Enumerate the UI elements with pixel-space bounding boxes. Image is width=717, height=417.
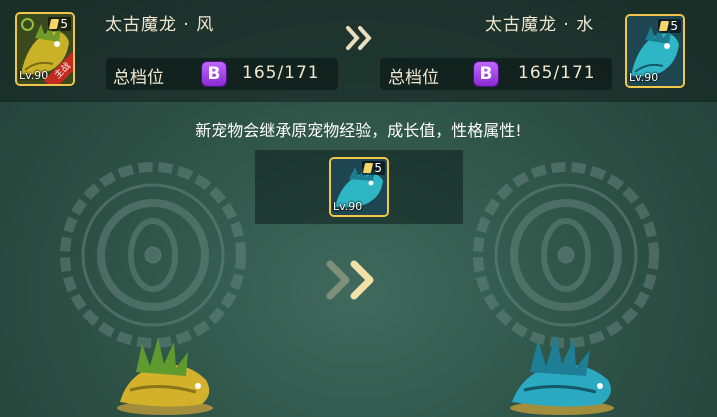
source-pet-card[interactable]: 5 Lv.90 主战 xyxy=(15,12,75,86)
target-pet-name: 太古魔龙 · 水 xyxy=(485,15,595,35)
double-chevron-icon xyxy=(326,260,374,300)
rune-medallion-icon xyxy=(473,162,659,348)
target-grade-value: 165/171 xyxy=(518,63,596,83)
water-dragon-sprite xyxy=(510,334,614,415)
target-grade-badge: B xyxy=(474,62,498,86)
source-star-count: 5 xyxy=(60,17,68,31)
source-grade-value: 165/171 xyxy=(242,63,320,83)
star-badge: 5 xyxy=(48,17,71,31)
wind-dragon-sprite xyxy=(117,338,213,415)
star-ticket-icon xyxy=(363,163,374,173)
double-chevron-icon xyxy=(346,26,372,50)
inherit-notice: 新宠物会继承原宠物经验，成长值，性格属性! xyxy=(195,121,522,140)
source-grade-badge: B xyxy=(202,62,226,86)
target-level: Lv.90 xyxy=(629,71,659,84)
target-pet-card[interactable]: 5 Lv.90 xyxy=(625,14,685,88)
source-grade-label: 总档位 xyxy=(113,68,164,88)
target-grade-label: 总档位 xyxy=(388,68,439,88)
result-pet-card[interactable]: 5 Lv.90 xyxy=(329,157,389,217)
result-level: Lv.90 xyxy=(333,200,363,213)
pet-evolution-screen: 5 Lv.90 主战 太古魔龙 · 风 总档位 B 165/171 太古魔龙 ·… xyxy=(0,0,717,417)
star-badge: 5 xyxy=(362,161,385,175)
star-ticket-icon xyxy=(49,19,60,29)
rune-medallion-icon xyxy=(60,162,246,348)
star-ticket-icon xyxy=(659,21,670,31)
star-badge: 5 xyxy=(658,19,681,33)
result-star-count: 5 xyxy=(374,161,382,175)
divider xyxy=(0,100,717,102)
source-pet-name: 太古魔龙 · 风 xyxy=(105,15,215,35)
target-star-count: 5 xyxy=(670,19,678,33)
element-ring-icon xyxy=(21,18,34,31)
